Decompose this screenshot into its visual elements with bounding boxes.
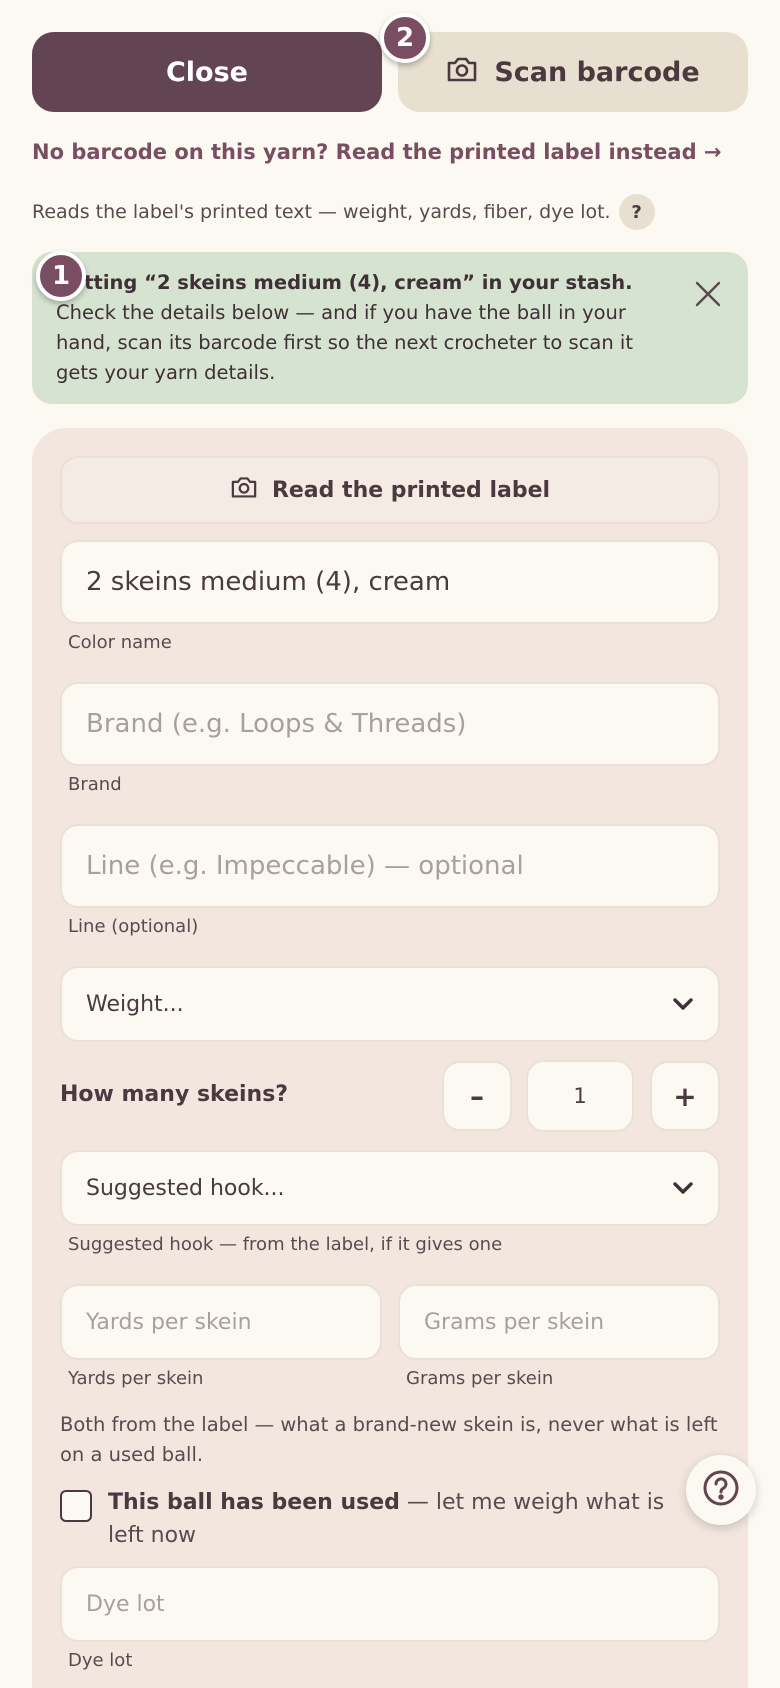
dye-lot-input[interactable]: Dye lot	[60, 1566, 720, 1642]
brand-placeholder: Brand (e.g. Loops & Threads)	[86, 709, 467, 739]
used-ball-checkbox[interactable]	[60, 1490, 92, 1522]
color-name-input[interactable]: 2 skeins medium (4), cream	[60, 540, 720, 624]
stash-notice: Putting “2 skeins medium (4), cream” in …	[32, 252, 748, 404]
camera-icon	[446, 55, 478, 90]
read-printed-label-text: Read the printed label	[271, 477, 551, 503]
skeins-decrement-button[interactable]: –	[442, 1061, 512, 1131]
hook-select-value: Suggested hook...	[86, 1175, 285, 1201]
skeins-label: How many skeins?	[60, 1082, 289, 1107]
dye-lot-caption: Dye lot	[68, 1650, 133, 1671]
camera-icon	[230, 475, 258, 505]
help-button[interactable]	[686, 1455, 756, 1525]
step-badge-2: 2	[380, 13, 430, 63]
step-badge-1: 1	[36, 251, 86, 301]
close-button-label: Close	[165, 56, 248, 88]
used-ball-label[interactable]: This ball has been used — let me weigh w…	[108, 1486, 688, 1552]
notice-body-text: Check the details below — and if you hav…	[56, 301, 633, 384]
color-name-caption: Color name	[68, 632, 172, 653]
hook-select[interactable]: Suggested hook...	[60, 1150, 720, 1226]
scan-barcode-label: Scan barcode	[494, 56, 700, 88]
line-input[interactable]: Line (e.g. Impeccable) — optional	[60, 824, 720, 908]
chevron-down-icon	[672, 1181, 694, 1195]
reads-label-text: Reads the label's printed text — weight,…	[32, 201, 611, 223]
yards-per-skein-input[interactable]: Yards per skein	[60, 1284, 382, 1360]
help-icon	[702, 1469, 740, 1511]
notice-bold-text: Putting “2 skeins medium (4), cream” in …	[56, 271, 633, 294]
yards-placeholder: Yards per skein	[86, 1309, 252, 1335]
brand-input[interactable]: Brand (e.g. Loops & Threads)	[60, 682, 720, 766]
yards-caption: Yards per skein	[68, 1368, 204, 1389]
color-name-value: 2 skeins medium (4), cream	[86, 567, 451, 597]
hook-caption: Suggested hook — from the label, if it g…	[68, 1234, 503, 1255]
read-label-link[interactable]: No barcode on this yarn? Read the printe…	[32, 140, 722, 164]
skeins-quantity-input[interactable]: 1	[526, 1060, 634, 1132]
grams-per-skein-input[interactable]: Grams per skein	[398, 1284, 720, 1360]
grams-placeholder: Grams per skein	[424, 1309, 605, 1335]
help-hint-button[interactable]: ?	[618, 194, 655, 230]
dye-lot-placeholder: Dye lot	[86, 1591, 165, 1617]
weight-select[interactable]: Weight...	[60, 966, 720, 1042]
brand-caption: Brand	[68, 774, 122, 795]
read-printed-label-button[interactable]: Read the printed label	[60, 456, 720, 524]
close-icon[interactable]	[688, 276, 728, 316]
scan-barcode-button[interactable]: Scan barcode	[398, 32, 748, 112]
skeins-increment-button[interactable]: +	[650, 1061, 720, 1131]
grams-caption: Grams per skein	[406, 1368, 554, 1389]
reads-label-hint: Reads the label's printed text — weight,…	[32, 194, 655, 230]
line-placeholder: Line (e.g. Impeccable) — optional	[86, 851, 524, 881]
line-caption: Line (optional)	[68, 916, 199, 937]
chevron-down-icon	[672, 997, 694, 1011]
used-ball-bold: This ball has been used	[108, 1490, 400, 1515]
label-values-note: Both from the label — what a brand-new s…	[60, 1413, 718, 1466]
close-button[interactable]: Close	[32, 32, 382, 112]
weight-select-value: Weight...	[86, 991, 184, 1017]
